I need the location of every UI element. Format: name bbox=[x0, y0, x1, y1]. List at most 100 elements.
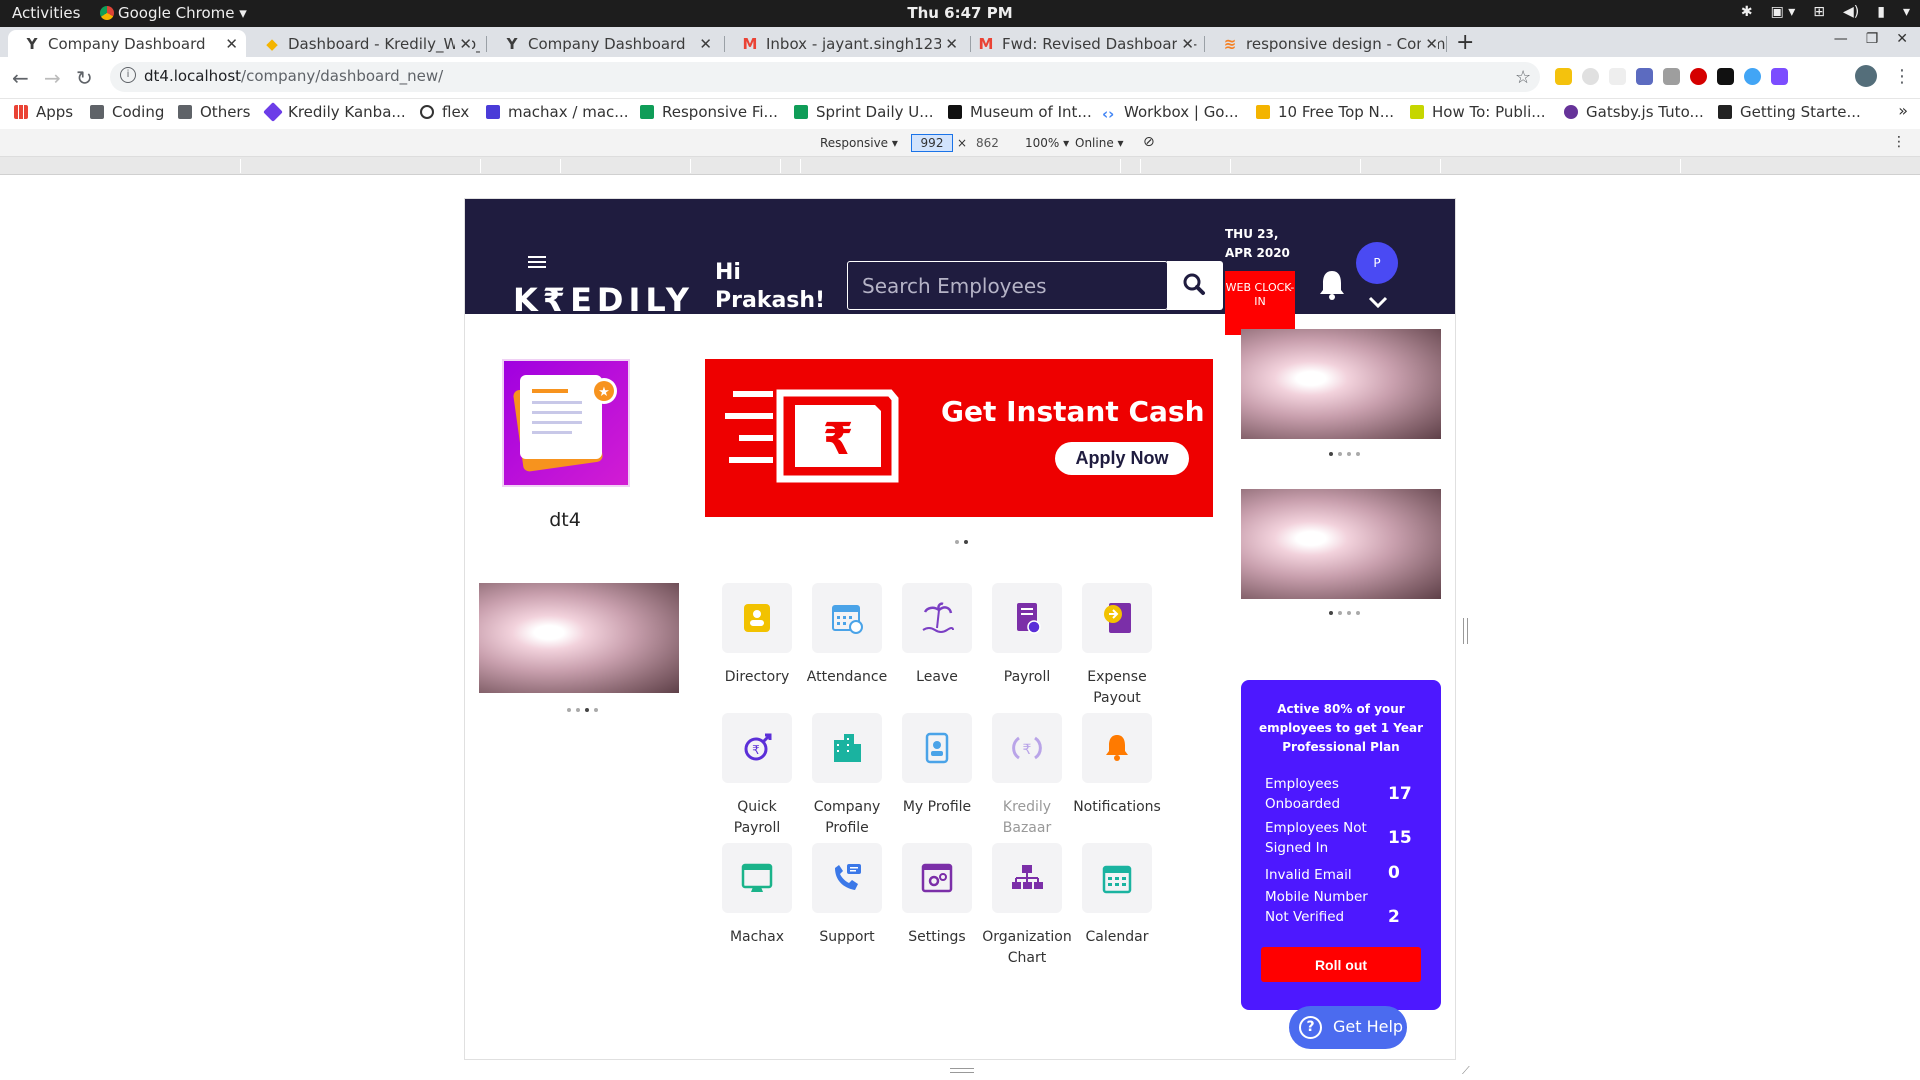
chevron-down-icon[interactable] bbox=[1368, 293, 1388, 312]
profile-avatar[interactable] bbox=[1855, 65, 1877, 87]
close-tab-icon[interactable]: ✕ bbox=[225, 35, 238, 53]
bookmark-museum[interactable]: Museum of Int... bbox=[948, 103, 1092, 121]
app-menu[interactable]: Google Chrome ▾ bbox=[100, 4, 247, 22]
module-notifications[interactable]: Notifications bbox=[1072, 713, 1162, 818]
tab-gmail-fwd[interactable]: M Fwd: Revised Dashboard - ✕ bbox=[962, 30, 1202, 57]
extension-icon[interactable] bbox=[1582, 68, 1599, 85]
bookmark-star-icon[interactable]: ☆ bbox=[1515, 67, 1531, 88]
forward-arrow-icon[interactable]: → bbox=[44, 66, 61, 90]
module-attendance[interactable]: Attendance bbox=[802, 583, 892, 688]
rotate-icon[interactable]: ⊘ bbox=[1143, 134, 1155, 150]
close-tab-icon[interactable]: ✕ bbox=[941, 35, 958, 53]
extension-icon[interactable] bbox=[1717, 68, 1734, 85]
module-expense-payout[interactable]: Expense Payout bbox=[1072, 583, 1162, 709]
web-clock-in-button[interactable]: WEB CLOCK-IN bbox=[1225, 271, 1295, 335]
new-tab-button[interactable]: + bbox=[1456, 30, 1474, 55]
chrome-menu-icon[interactable]: ⋮ bbox=[1893, 66, 1911, 87]
bookmark-apps[interactable]: Apps bbox=[14, 103, 73, 121]
left-carousel-dots[interactable] bbox=[567, 708, 598, 712]
viewport-resize-corner[interactable]: ⟋ bbox=[1462, 1064, 1470, 1078]
viewport-width-input[interactable]: 992 bbox=[911, 134, 953, 152]
close-tab-icon[interactable]: ✕ bbox=[1177, 35, 1194, 53]
right-carousel-dots-1[interactable] bbox=[1329, 452, 1360, 456]
apply-now-button[interactable]: Apply Now bbox=[1055, 442, 1189, 475]
close-tab-icon[interactable]: ✕ bbox=[1421, 35, 1438, 53]
module-leave[interactable]: Leave bbox=[892, 583, 982, 688]
device-toolbar-menu-icon[interactable]: ⋮ bbox=[1892, 134, 1906, 150]
tab-stackoverflow[interactable]: ≋ responsive design - Comm ✕ bbox=[1206, 30, 1446, 57]
right-carousel-dots-2[interactable] bbox=[1329, 611, 1360, 615]
volume-icon[interactable]: ◀) bbox=[1843, 4, 1859, 20]
clipboard-icon[interactable]: ▣ ▾ bbox=[1771, 4, 1796, 20]
slack-icon[interactable]: ✱ bbox=[1741, 4, 1753, 20]
maximize-icon[interactable]: ❐ bbox=[1866, 31, 1879, 47]
bookmark-sprint[interactable]: Sprint Daily U... bbox=[794, 103, 934, 121]
bookmark-responsive[interactable]: Responsive Fi... bbox=[640, 103, 778, 121]
module-machax[interactable]: Machax bbox=[712, 843, 802, 948]
instant-cash-banner[interactable]: ₹ Get Instant Cash Apply Now bbox=[705, 359, 1213, 517]
module-my-profile[interactable]: My Profile bbox=[892, 713, 982, 818]
tab-gmail-inbox[interactable]: M Inbox - jayant.singh123@ ✕ bbox=[726, 30, 966, 57]
bookmark-kredily-kanban[interactable]: Kredily Kanba... bbox=[263, 102, 406, 122]
close-tab-icon[interactable]: ✕ bbox=[699, 35, 712, 53]
bookmark-gatsby[interactable]: Gatsby.js Tuto... bbox=[1564, 103, 1704, 121]
module-quick-payroll[interactable]: ₹ Quick Payroll bbox=[712, 713, 802, 839]
system-clock[interactable]: Thu 6:47 PM bbox=[0, 4, 1920, 22]
right-carousel-image-2[interactable] bbox=[1241, 489, 1441, 599]
viewport-resize-handle-right[interactable] bbox=[1463, 618, 1468, 644]
extension-icon[interactable] bbox=[1609, 68, 1626, 85]
bookmark-workbox[interactable]: ‹› Workbox | Go... bbox=[1102, 103, 1239, 123]
network-icon[interactable]: ⊞ bbox=[1813, 4, 1825, 20]
viewport-resize-handle-bottom[interactable] bbox=[950, 1068, 974, 1073]
tab-company-dashboard-2[interactable]: Y Company Dashboard ✕ bbox=[488, 30, 720, 57]
extension-icon[interactable] bbox=[1771, 68, 1788, 85]
device-select[interactable]: Responsive ▾ bbox=[820, 136, 898, 150]
network-throttle-select[interactable]: Online ▾ bbox=[1075, 136, 1124, 150]
tab-dashboard-kredily-web[interactable]: ◆ Dashboard - Kredily_Web_ ✕ bbox=[248, 30, 480, 57]
bookmark-flex[interactable]: flex bbox=[420, 103, 469, 121]
bookmark-others[interactable]: Others bbox=[178, 103, 250, 121]
reload-icon[interactable]: ↻ bbox=[76, 66, 93, 90]
activities-button[interactable]: Activities bbox=[12, 4, 80, 22]
module-directory[interactable]: Directory bbox=[712, 583, 802, 688]
bookmark-getting-started[interactable]: Getting Starte... bbox=[1718, 103, 1861, 121]
viewport-height-input[interactable]: 862 bbox=[976, 136, 999, 150]
power-menu-icon[interactable]: ▾ bbox=[1903, 4, 1910, 20]
extension-icon[interactable] bbox=[1744, 68, 1761, 85]
extension-icon[interactable] bbox=[1663, 68, 1680, 85]
extension-icon[interactable] bbox=[1636, 68, 1653, 85]
close-window-icon[interactable]: ✕ bbox=[1896, 31, 1908, 47]
company-logo-image[interactable]: ★ bbox=[502, 359, 630, 487]
module-settings[interactable]: Settings bbox=[892, 843, 982, 948]
bookmark-10-free[interactable]: 10 Free Top N... bbox=[1256, 103, 1394, 121]
module-calendar[interactable]: Calendar bbox=[1072, 843, 1162, 948]
roll-out-button[interactable]: Roll out bbox=[1261, 947, 1421, 982]
bookmark-how-to[interactable]: How To: Publi... bbox=[1410, 103, 1546, 121]
module-company-profile[interactable]: Company Profile bbox=[802, 713, 892, 839]
right-carousel-image-1[interactable] bbox=[1241, 329, 1441, 439]
user-avatar[interactable]: P bbox=[1356, 242, 1398, 284]
module-organization-chart[interactable]: Organization Chart bbox=[982, 843, 1072, 969]
hamburger-menu-icon[interactable] bbox=[528, 256, 546, 271]
module-kredily-bazaar[interactable]: ₹ Kredily Bazaar bbox=[982, 713, 1072, 839]
banner-carousel-dots[interactable] bbox=[955, 540, 968, 544]
bookmark-coding[interactable]: Coding bbox=[90, 103, 164, 121]
adblock-icon[interactable] bbox=[1690, 68, 1707, 85]
module-payroll[interactable]: Payroll bbox=[982, 583, 1072, 688]
extension-icon[interactable] bbox=[1555, 68, 1572, 85]
site-info-icon[interactable]: i bbox=[120, 67, 136, 83]
system-tray[interactable]: ✱ ▣ ▾ ⊞ ◀) ▮ ▾ bbox=[1741, 4, 1910, 20]
close-tab-icon[interactable]: ✕ bbox=[455, 35, 472, 53]
get-help-button[interactable]: ? Get Help bbox=[1289, 1006, 1407, 1049]
kredily-logo[interactable]: K₹EDILY bbox=[513, 281, 694, 319]
notification-bell-icon[interactable] bbox=[1318, 269, 1346, 305]
back-arrow-icon[interactable]: ← bbox=[12, 66, 29, 90]
battery-icon[interactable]: ▮ bbox=[1877, 4, 1885, 20]
module-support[interactable]: Support bbox=[802, 843, 892, 948]
search-employees-input[interactable] bbox=[848, 262, 1168, 309]
left-carousel-image[interactable] bbox=[479, 583, 679, 693]
address-bar[interactable]: i dt4.localhost/company/dashboard_new/ bbox=[110, 62, 1540, 92]
minimize-icon[interactable]: — bbox=[1834, 31, 1848, 47]
search-button[interactable] bbox=[1167, 261, 1223, 310]
zoom-select[interactable]: 100% ▾ bbox=[1025, 136, 1069, 150]
